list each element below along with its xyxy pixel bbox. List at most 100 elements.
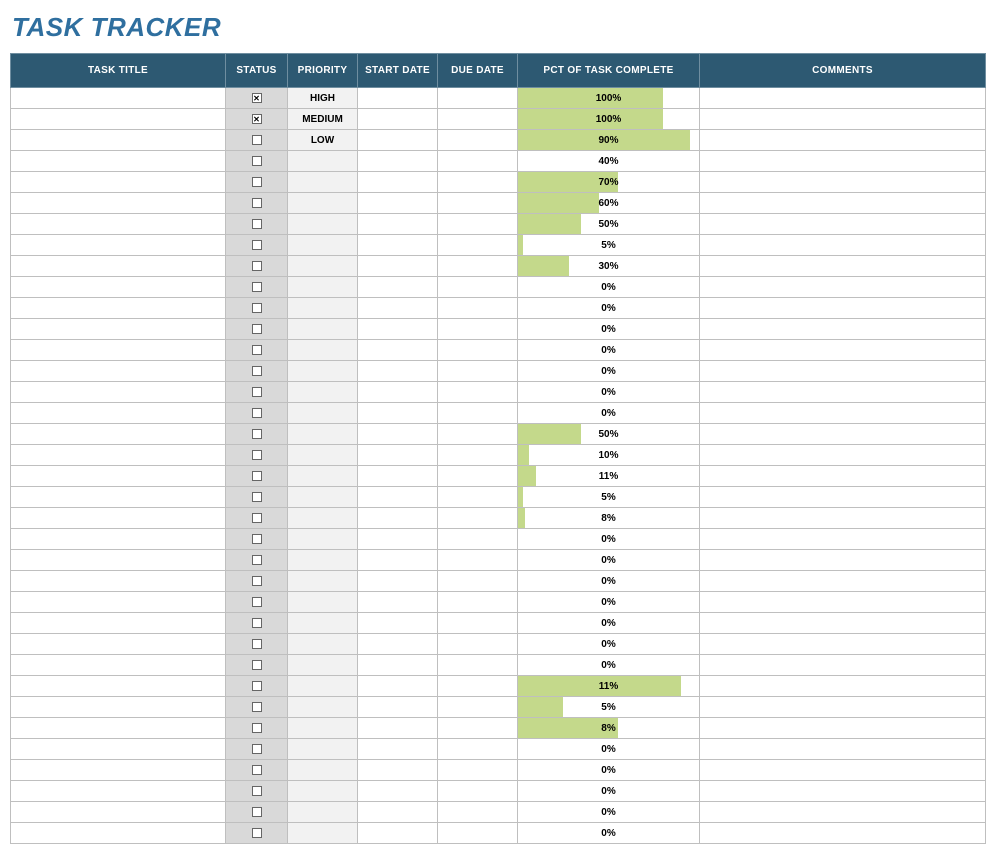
start-date-cell[interactable]	[358, 277, 438, 298]
status-cell[interactable]	[226, 235, 288, 256]
status-cell[interactable]	[226, 382, 288, 403]
task-title-cell[interactable]	[11, 361, 226, 382]
comments-cell[interactable]	[700, 550, 986, 571]
task-title-cell[interactable]	[11, 403, 226, 424]
comments-cell[interactable]	[700, 718, 986, 739]
start-date-cell[interactable]	[358, 529, 438, 550]
priority-cell[interactable]	[288, 508, 358, 529]
comments-cell[interactable]	[700, 466, 986, 487]
priority-cell[interactable]	[288, 382, 358, 403]
pct-complete-cell[interactable]: 5%	[518, 487, 700, 508]
status-checkbox[interactable]	[252, 765, 262, 775]
comments-cell[interactable]	[700, 319, 986, 340]
start-date-cell[interactable]	[358, 550, 438, 571]
comments-cell[interactable]	[700, 781, 986, 802]
start-date-cell[interactable]	[358, 445, 438, 466]
pct-complete-cell[interactable]: 11%	[518, 466, 700, 487]
status-cell[interactable]	[226, 802, 288, 823]
due-date-cell[interactable]	[438, 361, 518, 382]
comments-cell[interactable]	[700, 340, 986, 361]
comments-cell[interactable]	[700, 298, 986, 319]
task-title-cell[interactable]	[11, 109, 226, 130]
comments-cell[interactable]	[700, 697, 986, 718]
status-checkbox[interactable]	[252, 93, 262, 103]
comments-cell[interactable]	[700, 235, 986, 256]
priority-cell[interactable]: LOW	[288, 130, 358, 151]
task-title-cell[interactable]	[11, 718, 226, 739]
pct-complete-cell[interactable]: 0%	[518, 340, 700, 361]
due-date-cell[interactable]	[438, 151, 518, 172]
pct-complete-cell[interactable]: 8%	[518, 718, 700, 739]
status-checkbox[interactable]	[252, 114, 262, 124]
status-cell[interactable]	[226, 214, 288, 235]
status-cell[interactable]	[226, 424, 288, 445]
start-date-cell[interactable]	[358, 781, 438, 802]
status-checkbox[interactable]	[252, 282, 262, 292]
due-date-cell[interactable]	[438, 319, 518, 340]
priority-cell[interactable]: HIGH	[288, 88, 358, 109]
pct-complete-cell[interactable]: 40%	[518, 151, 700, 172]
task-title-cell[interactable]	[11, 256, 226, 277]
pct-complete-cell[interactable]: 100%	[518, 109, 700, 130]
due-date-cell[interactable]	[438, 529, 518, 550]
comments-cell[interactable]	[700, 214, 986, 235]
due-date-cell[interactable]	[438, 193, 518, 214]
task-title-cell[interactable]	[11, 613, 226, 634]
comments-cell[interactable]	[700, 823, 986, 844]
status-cell[interactable]	[226, 172, 288, 193]
pct-complete-cell[interactable]: 0%	[518, 277, 700, 298]
due-date-cell[interactable]	[438, 256, 518, 277]
priority-cell[interactable]	[288, 802, 358, 823]
task-title-cell[interactable]	[11, 424, 226, 445]
pct-complete-cell[interactable]: 0%	[518, 613, 700, 634]
status-cell[interactable]	[226, 760, 288, 781]
task-title-cell[interactable]	[11, 340, 226, 361]
due-date-cell[interactable]	[438, 88, 518, 109]
start-date-cell[interactable]	[358, 508, 438, 529]
comments-cell[interactable]	[700, 109, 986, 130]
start-date-cell[interactable]	[358, 214, 438, 235]
task-title-cell[interactable]	[11, 508, 226, 529]
status-cell[interactable]	[226, 193, 288, 214]
priority-cell[interactable]	[288, 676, 358, 697]
start-date-cell[interactable]	[358, 130, 438, 151]
task-title-cell[interactable]	[11, 676, 226, 697]
task-title-cell[interactable]	[11, 592, 226, 613]
priority-cell[interactable]	[288, 718, 358, 739]
start-date-cell[interactable]	[358, 424, 438, 445]
status-checkbox[interactable]	[252, 597, 262, 607]
comments-cell[interactable]	[700, 361, 986, 382]
due-date-cell[interactable]	[438, 760, 518, 781]
start-date-cell[interactable]	[358, 298, 438, 319]
due-date-cell[interactable]	[438, 466, 518, 487]
status-cell[interactable]	[226, 571, 288, 592]
pct-complete-cell[interactable]: 0%	[518, 802, 700, 823]
comments-cell[interactable]	[700, 571, 986, 592]
comments-cell[interactable]	[700, 277, 986, 298]
priority-cell[interactable]	[288, 214, 358, 235]
comments-cell[interactable]	[700, 487, 986, 508]
start-date-cell[interactable]	[358, 676, 438, 697]
status-checkbox[interactable]	[252, 723, 262, 733]
due-date-cell[interactable]	[438, 382, 518, 403]
comments-cell[interactable]	[700, 529, 986, 550]
start-date-cell[interactable]	[358, 319, 438, 340]
priority-cell[interactable]	[288, 361, 358, 382]
priority-cell[interactable]	[288, 151, 358, 172]
task-title-cell[interactable]	[11, 823, 226, 844]
status-checkbox[interactable]	[252, 639, 262, 649]
task-title-cell[interactable]	[11, 235, 226, 256]
start-date-cell[interactable]	[358, 823, 438, 844]
priority-cell[interactable]	[288, 592, 358, 613]
comments-cell[interactable]	[700, 634, 986, 655]
pct-complete-cell[interactable]: 10%	[518, 445, 700, 466]
start-date-cell[interactable]	[358, 655, 438, 676]
status-checkbox[interactable]	[252, 681, 262, 691]
pct-complete-cell[interactable]: 50%	[518, 424, 700, 445]
status-cell[interactable]	[226, 445, 288, 466]
status-checkbox[interactable]	[252, 576, 262, 586]
priority-cell[interactable]	[288, 529, 358, 550]
status-checkbox[interactable]	[252, 807, 262, 817]
priority-cell[interactable]	[288, 739, 358, 760]
due-date-cell[interactable]	[438, 571, 518, 592]
